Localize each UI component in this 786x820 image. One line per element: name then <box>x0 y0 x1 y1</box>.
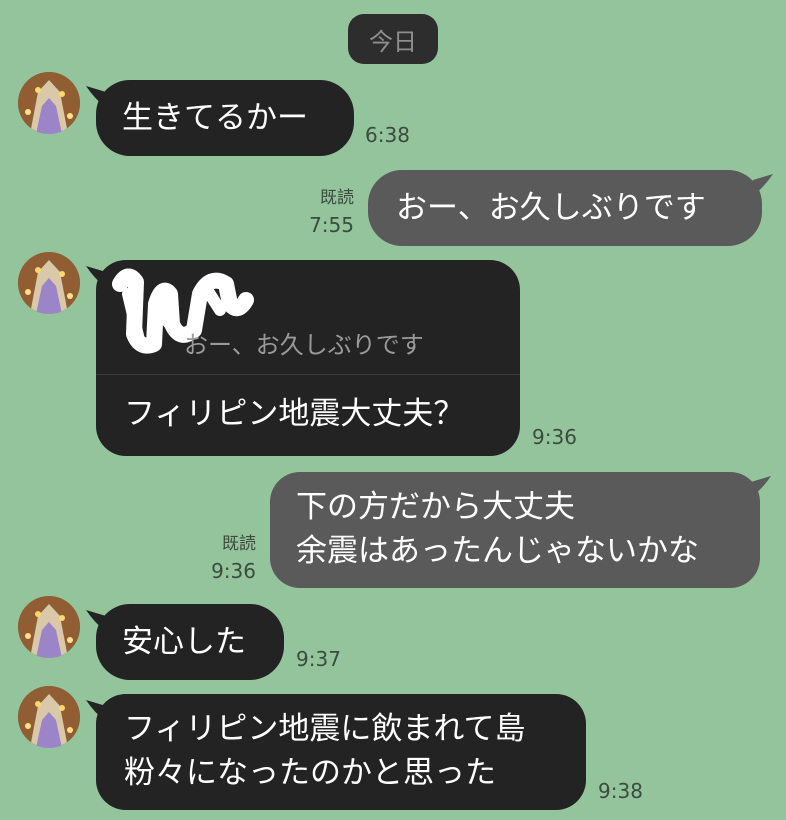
message-bubble-incoming[interactable]: 生きてるかー <box>96 80 354 156</box>
sender-avatar[interactable] <box>18 72 80 134</box>
message-text: おー、お久しぶりです <box>396 190 706 226</box>
message-time: 9:37 <box>296 647 341 671</box>
sender-avatar[interactable] <box>18 252 80 314</box>
outgoing-bubble-tail <box>751 476 771 498</box>
message-time: 9:36 <box>211 559 256 583</box>
message-text-line: 粉々になったのかと思った <box>124 755 496 791</box>
reply-divider <box>96 374 520 375</box>
message-text-line: 余震はあったんじゃないかな <box>296 533 699 569</box>
message-time: 7:55 <box>309 213 354 237</box>
message-bubble-incoming[interactable]: 安心した <box>96 604 284 680</box>
message-time: 9:36 <box>532 425 577 449</box>
message-bubble-outgoing[interactable]: 下の方だから大丈夫 余震はあったんじゃないかな <box>270 472 760 588</box>
message-text-line: フィリピン地震に飲まれて島 <box>124 711 526 747</box>
quoted-message-text: おー、お久しぶりです <box>184 331 424 359</box>
message-bubble-incoming[interactable]: フィリピン地震に飲まれて島 粉々になったのかと思った <box>96 694 586 810</box>
message-text: 安心した <box>122 624 246 660</box>
message-time: 6:38 <box>365 123 410 147</box>
message-text-line: 下の方だから大丈夫 <box>296 489 575 525</box>
outgoing-bubble-tail <box>753 174 773 196</box>
read-receipt: 既読 <box>222 534 256 554</box>
message-text: フィリピン地震大丈夫？ <box>124 396 465 432</box>
date-separator-chip: 今日 <box>348 14 438 64</box>
sender-avatar[interactable] <box>18 686 80 748</box>
message-bubble-outgoing[interactable]: おー、お久しぶりです <box>368 170 762 246</box>
reply-message-bubble[interactable]: おー、お久しぶりです フィリピン地震大丈夫？ <box>96 260 520 456</box>
message-time: 9:38 <box>598 779 643 803</box>
message-text: 生きてるかー <box>122 100 308 136</box>
read-receipt: 既読 <box>320 188 354 208</box>
sender-avatar[interactable] <box>18 596 80 658</box>
